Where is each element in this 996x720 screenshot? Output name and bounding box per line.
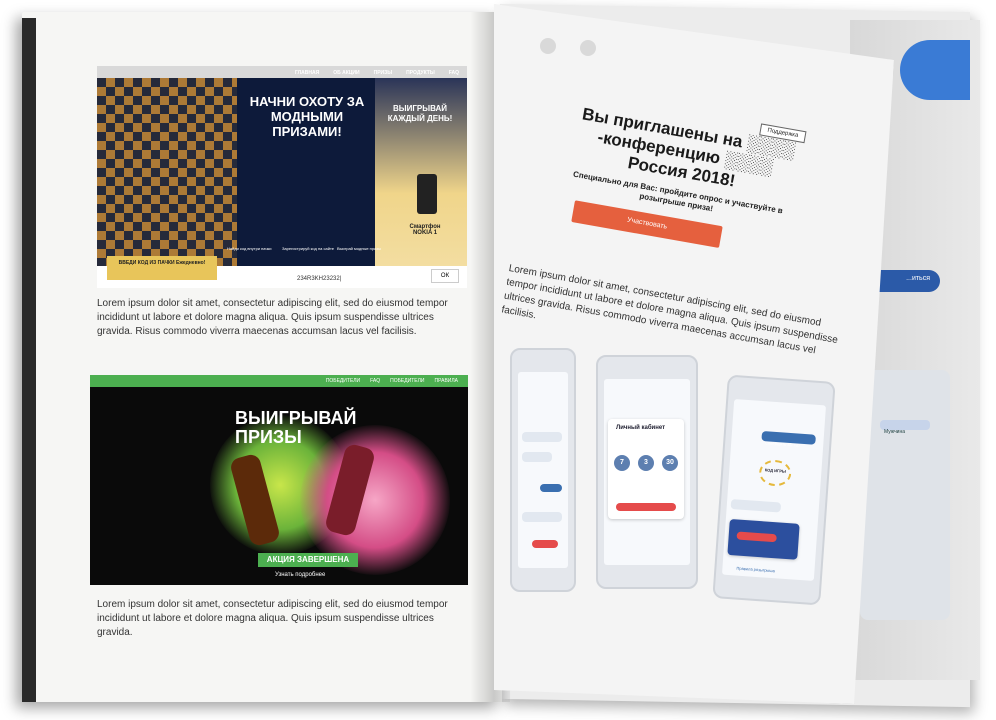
phone-image [417, 174, 437, 214]
screen1-nav: ГЛАВНАЯ ОБ АКЦИИ ПРИЗЫ ПРОДУКТЫ FAQ [295, 70, 459, 76]
blue-decoration [900, 40, 970, 100]
prize-name: Смартфон NOKIA 1 [409, 224, 441, 236]
nav-item: ПОБЕДИТЕЛИ [325, 378, 361, 384]
pixelated-mascot-image [97, 78, 237, 268]
promo-title: ВЫИГРЫВАЙ ПРИЗЫ [235, 408, 357, 447]
prize-title: ВЫИГРЫВАЙ КАЖДЫЙ ДЕНЬ! [387, 104, 453, 123]
stat-circle: 3 [638, 455, 654, 471]
promo-ended-badge: АКЦИЯ ЗАВЕРШЕНА [258, 553, 358, 567]
stat-circle: 7 [614, 455, 630, 471]
code-badge: КОД ИГРЫ [758, 458, 793, 488]
left-paragraph-2: Lorem ipsum dolor sit amet, consectetur … [97, 599, 448, 638]
nav-item: ПОБЕДИТЕЛИ [390, 378, 425, 384]
nav-item: ПРАВИЛА [434, 378, 458, 384]
chat-bubble [522, 512, 562, 522]
account-modal: Личный кабинет 7 3 30 [608, 419, 684, 519]
chat-bubble-label: Мужчина [884, 429, 906, 435]
background-phone: Мужчина [860, 370, 950, 620]
blue-button: Совершить 3D тур [761, 431, 816, 448]
nav-item: ПРОДУКТЫ [406, 70, 435, 76]
learn-more-link: Узнать подробнее [275, 572, 326, 578]
phone-screen: Совершить 3D тур КОД ИГРЫ Правила розыгр… [721, 399, 827, 581]
red-button [736, 531, 777, 543]
phone-screen: Личный кабинет 7 3 30 [604, 379, 690, 565]
chat-bubble: Мужчина [880, 420, 930, 435]
nav-item: FAQ [370, 378, 381, 384]
logo-icon [540, 38, 556, 54]
blue-button [540, 484, 562, 492]
bubble-label: Совершить 3D тур [765, 440, 800, 448]
book-spine [22, 18, 36, 702]
phone-mockup-3: Совершить 3D тур КОД ИГРЫ Правила розыгр… [712, 374, 836, 606]
chat-bubble [730, 499, 782, 513]
nav-item: ОБ АКЦИИ [333, 70, 360, 76]
stat-circle: 30 [662, 455, 678, 471]
promo-screen-prizes: ПОБЕДИТЕЛИ FAQ ПОБЕДИТЕЛИ ПРАВИЛА ВЫИГРЫ… [90, 375, 468, 585]
modal-title: Личный кабинет [616, 425, 666, 431]
left-paragraph-1: Lorem ipsum dolor sit amet, consectetur … [97, 298, 448, 337]
nav-item: ГЛАВНАЯ [294, 70, 320, 76]
open-book-mockup: ...иться Мужчина ГЛАВНАЯ ОБ АКЦИИ ПРИЗЫ … [0, 0, 996, 720]
red-button [532, 540, 558, 548]
step-label: Зарегистрируй код на сайте [282, 246, 334, 251]
promo-screen-hunt: ГЛАВНАЯ ОБ АКЦИИ ПРИЗЫ ПРОДУКТЫ FAQ НАЧН… [97, 66, 467, 288]
ticket-label: ВВЕДИ КОД ИЗ ПАЧКИ Ежедневно! [107, 256, 217, 280]
pill-label: ...иться [906, 275, 930, 282]
code-input: 234R3KH23232| [297, 276, 342, 282]
phone-mockup-2: Личный кабинет 7 3 30 [596, 355, 698, 589]
step-label: Выиграй модные призы [337, 246, 382, 251]
nav-item: FAQ [448, 70, 459, 76]
badge-label: КОД ИГРЫ [764, 467, 787, 474]
phone-screen [518, 372, 568, 568]
red-button [616, 503, 676, 511]
step-label: Найди код внутри пачки [227, 246, 272, 251]
logo-icon [580, 40, 596, 56]
rules-link: Правила розыгрыша [736, 565, 776, 574]
promo-title: НАЧНИ ОХОТУ ЗА МОДНЫМИ ПРИЗАМИ! [249, 94, 365, 139]
ok-button: ОК [431, 269, 459, 283]
chat-bubble [522, 432, 562, 442]
phone-mockup-1 [510, 348, 576, 592]
chat-bubble [522, 452, 552, 462]
nav-item: ПРИЗЫ [373, 70, 393, 76]
screen2-nav: ПОБЕДИТЕЛИ FAQ ПОБЕДИТЕЛИ ПРАВИЛА [326, 378, 458, 384]
entry-card [727, 518, 800, 560]
